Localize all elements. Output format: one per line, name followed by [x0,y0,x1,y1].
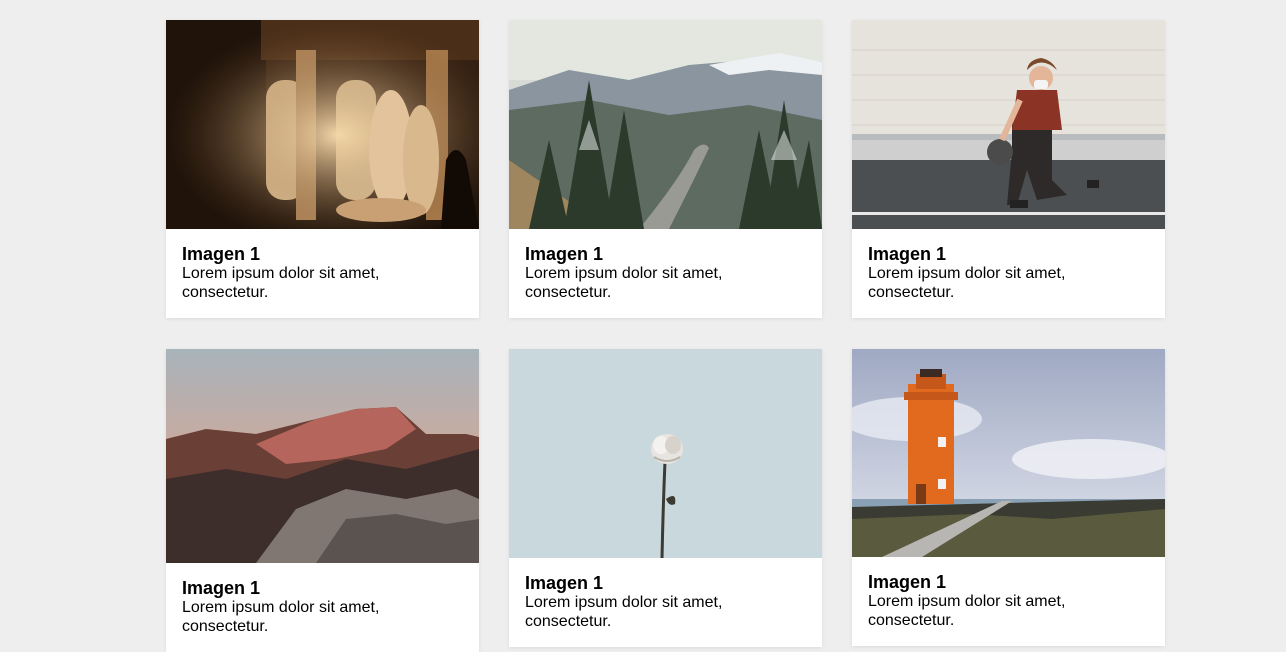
card-description: Lorem ipsum dolor sit amet, consectetur. [525,594,723,630]
basketball-player-image [852,20,1165,229]
card-title: Imagen 1 [182,244,261,264]
card-description: Lorem ipsum dolor sit amet, consectetur. [868,265,1066,301]
mountain-road-image [509,20,822,229]
card-description: Lorem ipsum dolor sit amet, consectetur. [182,265,380,301]
card-title: Imagen 1 [868,572,947,592]
lighthouse-image [852,349,1165,557]
gallery-card[interactable]: Imagen 1 Lorem ipsum dolor sit amet, con… [509,20,822,318]
gallery-card[interactable]: Imagen 1 Lorem ipsum dolor sit amet, con… [509,349,822,647]
card-title: Imagen 1 [525,573,604,593]
card-title: Imagen 1 [868,244,947,264]
gallery-card[interactable]: Imagen 1 Lorem ipsum dolor sit amet, con… [166,349,479,652]
gallery-card[interactable]: Imagen 1 Lorem ipsum dolor sit amet, con… [852,20,1165,318]
gallery-card[interactable]: Imagen 1 Lorem ipsum dolor sit amet, con… [166,20,479,318]
card-title: Imagen 1 [525,244,604,264]
gallery-card[interactable]: Imagen 1 Lorem ipsum dolor sit amet, con… [852,349,1165,646]
white-rose-image [509,349,822,558]
card-description: Lorem ipsum dolor sit amet, consectetur. [182,599,380,635]
museum-statues-image [166,20,479,229]
rocky-mountain-image [166,349,479,563]
card-title: Imagen 1 [182,578,261,598]
card-description: Lorem ipsum dolor sit amet, consectetur. [525,265,723,301]
